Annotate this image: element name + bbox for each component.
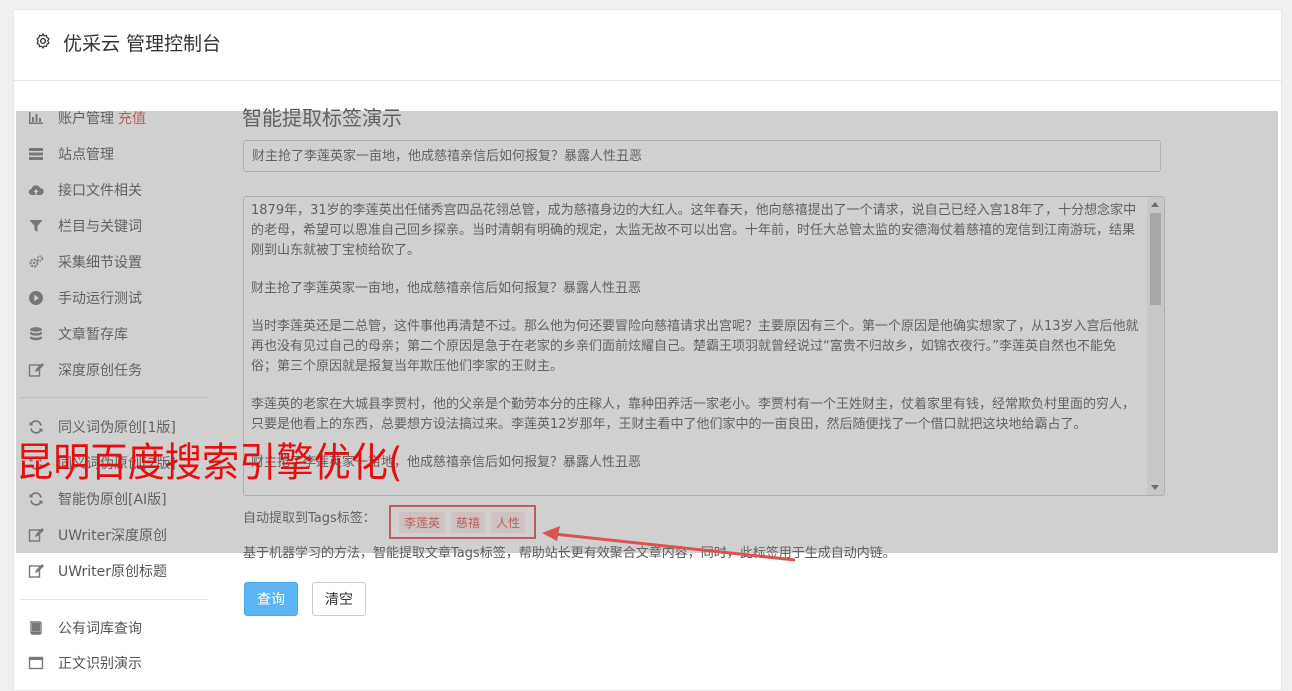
sidebar-item-label: 手动运行测试 [58, 291, 142, 307]
content-paragraph: 当时李莲英还是二总管，这件事他再清楚不过。那么他为何还要冒险向慈禧请求出宫呢？主… [251, 319, 1139, 374]
sidebar-item-sites[interactable]: 站点管理 [28, 142, 114, 166]
sidebar-divider [20, 397, 208, 398]
sidebar-item-public-lexicon[interactable]: 公有词库查询 [28, 616, 142, 640]
sidebar-divider [20, 599, 208, 600]
sidebar-item-article-storage[interactable]: 文章暂存库 [28, 322, 128, 346]
sidebar-item-collect-settings[interactable]: 采集细节设置 [28, 250, 142, 274]
article-title-input[interactable]: 财主抢了李莲英家一亩地，他成慈禧亲信后如何报复？暴露人性丑恶 [243, 140, 1161, 172]
edit-icon [28, 362, 44, 378]
sidebar-item-label: 公有词库查询 [58, 621, 142, 637]
cloud-upload-icon [28, 182, 44, 198]
scroll-up-icon[interactable] [1151, 202, 1159, 207]
sidebar-item-label: 站点管理 [58, 147, 114, 163]
refresh-icon [28, 491, 44, 507]
query-button[interactable]: 查询 [244, 582, 298, 616]
sidebar-item-account[interactable]: 账户管理 充值 [28, 106, 146, 130]
filter-icon [28, 218, 44, 234]
server-icon [28, 146, 44, 162]
sidebar-item-deep-original[interactable]: 深度原创任务 [28, 358, 142, 382]
sidebar-item-interface[interactable]: 接口文件相关 [28, 178, 142, 202]
gear-icon [36, 33, 50, 49]
sidebar-item-uwriter-deep[interactable]: UWriter深度原创 [28, 523, 167, 547]
sidebar-item-label: 正文识别演示 [58, 656, 142, 672]
sidebar-item-ai-original[interactable]: 智能伪原创[AI版] [28, 487, 167, 511]
tag-chip: 慈禧 [451, 511, 486, 533]
sidebar-item-label: 智能伪原创[AI版] [58, 492, 167, 508]
sidebar-item-label: UWriter原创标题 [58, 564, 167, 580]
sidebar-item-label: 栏目与关键词 [58, 219, 142, 235]
sidebar-item-columns[interactable]: 栏目与关键词 [28, 214, 142, 238]
content-paragraph: 1879年，31岁的李莲英出任储秀宫四品花翎总管，成为慈禧身边的大红人。这年春天… [251, 203, 1137, 258]
sidebar-item-text-recognition[interactable]: 正文识别演示 [28, 651, 142, 675]
sidebar-item-label: 采集细节设置 [58, 255, 142, 271]
play-circle-icon [28, 290, 44, 306]
database-icon [28, 326, 44, 342]
edit-icon [28, 563, 44, 579]
content-paragraph: 财主抢了李莲英家一亩地，他成慈禧亲信后如何报复？暴露人性丑恶 [251, 281, 642, 296]
gears-icon [28, 254, 44, 270]
app-title: 优采云 管理控制台 [63, 33, 222, 55]
console-header: 优采云 管理控制台 [14, 10, 1281, 81]
tag-chip: 李莲英 [399, 511, 446, 533]
tag-chip: 人性 [491, 511, 526, 533]
content-paragraph: 李莲英的老家在大城县李贾村，他的父亲是个勤劳本分的庄稼人，靠种田养活一家老小。李… [251, 397, 1136, 432]
sidebar-item-uwriter-title[interactable]: UWriter原创标题 [28, 559, 167, 583]
annotation-arrow-icon [542, 526, 796, 562]
sidebar-item-manual-run[interactable]: 手动运行测试 [28, 286, 142, 310]
book-icon [28, 620, 44, 636]
sidebar-item-label: 文章暂存库 [58, 327, 128, 343]
sidebar-item-label: 接口文件相关 [58, 183, 142, 199]
sidebar-item-label: 深度原创任务 [58, 363, 142, 379]
window-icon [28, 655, 44, 671]
recharge-link[interactable]: 充值 [118, 108, 146, 128]
bar-chart-icon [28, 110, 44, 126]
content-scrollbar[interactable] [1147, 197, 1164, 495]
sidebar-item-label: UWriter深度原创 [58, 528, 167, 544]
watermark-text: 昆明百度搜索引擎优化( [16, 440, 403, 486]
edit-icon [28, 527, 44, 543]
tags-label: 自动提取到Tags标签： [243, 511, 376, 526]
sidebar-item-label: 账户管理 [58, 111, 114, 127]
scroll-down-icon[interactable] [1151, 485, 1159, 490]
section-title: 智能提取标签演示 [242, 106, 402, 130]
clear-button[interactable]: 清空 [312, 582, 366, 616]
extracted-tags: 李莲英 慈禧 人性 [389, 505, 536, 539]
scroll-thumb[interactable] [1150, 213, 1161, 305]
